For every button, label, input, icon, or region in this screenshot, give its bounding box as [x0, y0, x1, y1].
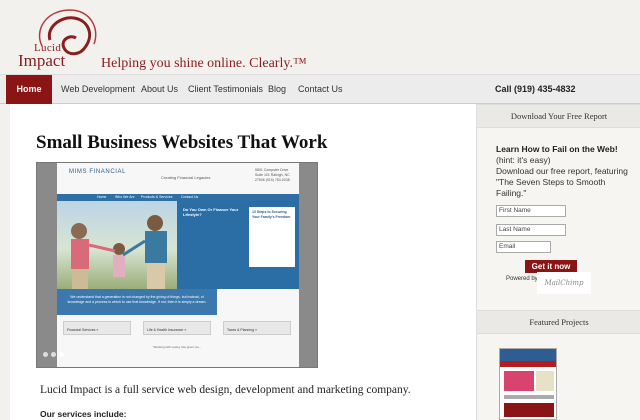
slider-dot-active[interactable]: [59, 352, 64, 357]
nav-web-development[interactable]: Web Development: [61, 75, 135, 104]
report-title: Learn How to Fail on the Web!: [496, 144, 618, 154]
free-report-heading: Download Your Free Report: [477, 104, 640, 128]
mims-nav: Home Who We Are Products & Services Cont…: [57, 194, 299, 201]
mims-quote-text: We understand that a generation is not c…: [67, 295, 207, 304]
mims-box-label: Financial Services »: [67, 328, 99, 332]
slider-dot[interactable]: [43, 352, 48, 357]
nav-contact-us[interactable]: Contact Us: [298, 75, 343, 104]
mims-headline: Do You Own Or Finance Your Lifestyle?: [183, 207, 239, 217]
mims-box-taxes: Taxes & Planning »: [223, 321, 291, 335]
site-tagline: Helping you shine online. Clearly.™: [101, 56, 307, 71]
report-description: Download our free report, featuring "The…: [496, 166, 628, 198]
email-field[interactable]: Email: [496, 241, 551, 253]
mims-footer-quote: "Working with Lesley has given me...: [152, 345, 202, 349]
portfolio-screenshot: MIMS FINANCIAL Creating Financial Legaci…: [57, 163, 299, 367]
main-nav: Home Web Development About Us Client Tes…: [0, 74, 640, 104]
mims-box-insurance: Life & Health Insurance »: [143, 321, 211, 335]
mims-nav-item: Products & Services: [141, 195, 173, 199]
site-header: Lucid Impact Helping you shine online. C…: [0, 0, 640, 74]
nav-blog[interactable]: Blog: [268, 75, 286, 104]
main-content: Small Business Websites That Work MIMS F…: [10, 104, 476, 420]
mims-box-label: Taxes & Planning »: [227, 328, 257, 332]
mims-hero-panel: Do You Own Or Finance Your Lifestyle? 10…: [177, 201, 299, 289]
intro-text: Lucid Impact is a full service web desig…: [40, 384, 411, 396]
mims-logo: MIMS FINANCIAL: [69, 169, 127, 175]
featured-project-thumbnail[interactable]: [499, 348, 557, 420]
nav-about-us[interactable]: About Us: [141, 75, 178, 104]
powered-by-text: Powered by: [506, 276, 538, 282]
services-heading: Our services include:: [40, 409, 127, 419]
report-hint: (hint: it's easy): [496, 155, 551, 165]
mims-nav-item: Home: [97, 195, 107, 199]
phone-number: Call (919) 435-4832: [495, 84, 576, 94]
family-photo: [57, 201, 177, 289]
mims-signup-box: 10 Steps to Securing Your Family's Freed…: [249, 207, 295, 267]
page-title: Small Business Websites That Work: [36, 132, 328, 153]
first-name-field[interactable]: First Name: [496, 205, 566, 217]
mims-side-title: 10 Steps to Securing Your Family's Freed…: [252, 210, 291, 219]
mims-quote: We understand that a generation is not c…: [57, 289, 217, 315]
logo-text-impact[interactable]: Impact: [18, 51, 65, 71]
mims-box-label: Life & Health Insurance »: [147, 328, 187, 332]
mims-nav-item: Who We Are: [115, 195, 135, 199]
mims-address: 5801 Computer Drive Suite 101 Raleigh, N…: [255, 168, 290, 182]
mims-tagline: Creating Financial Legacies: [161, 175, 211, 180]
slider-dots: [43, 344, 67, 362]
mims-box-financial: Financial Services »: [63, 321, 131, 335]
portfolio-slider[interactable]: MIMS FINANCIAL Creating Financial Legaci…: [36, 162, 318, 368]
family-illustration: [71, 215, 167, 289]
nav-home[interactable]: Home: [6, 75, 52, 104]
mailchimp-logo[interactable]: MailChimp: [537, 272, 591, 294]
nav-client-testimonials[interactable]: Client Testimonials: [188, 75, 263, 104]
last-name-field[interactable]: Last Name: [496, 224, 566, 236]
slider-dot[interactable]: [51, 352, 56, 357]
sidebar: Download Your Free Report Learn How to F…: [476, 104, 640, 420]
featured-projects-heading: Featured Projects: [477, 310, 640, 334]
mims-nav-item: Contact Us: [181, 195, 199, 199]
